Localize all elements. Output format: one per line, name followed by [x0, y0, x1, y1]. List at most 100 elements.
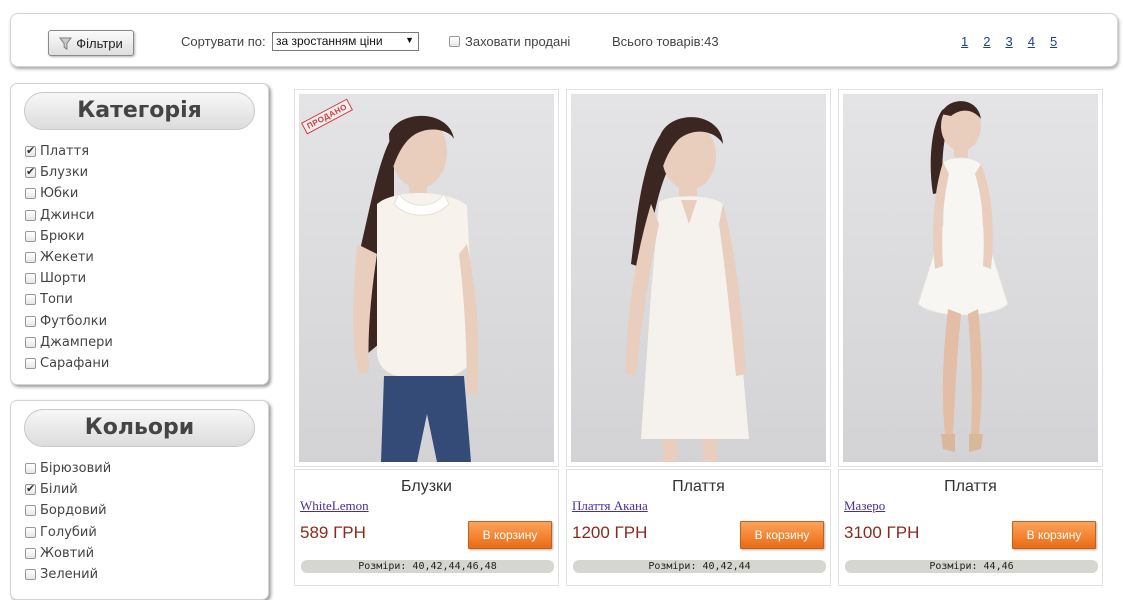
filter-checkbox[interactable]: [25, 569, 36, 581]
filter-option[interactable]: Зелений: [25, 564, 111, 585]
filter-option[interactable]: Білий: [25, 479, 111, 500]
filter-checkbox[interactable]: [25, 315, 36, 327]
page-link-1[interactable]: 1: [961, 34, 968, 49]
product-price: 589 ГРН: [300, 523, 366, 542]
filter-option[interactable]: Бордовий: [25, 500, 111, 521]
page-link-5[interactable]: 5: [1050, 34, 1057, 49]
filter-option-label: Брюки: [40, 228, 85, 244]
hide-sold-checkbox[interactable]: [449, 36, 460, 47]
filter-checkbox[interactable]: [25, 505, 36, 517]
product-photo-frame[interactable]: [838, 89, 1103, 467]
filter-option[interactable]: Блузки: [25, 162, 113, 183]
filter-option-label: Блузки: [40, 165, 89, 181]
filter-checkbox[interactable]: [25, 252, 36, 264]
filter-option[interactable]: Брюки: [25, 226, 113, 247]
filter-option-label: Футболки: [40, 313, 108, 329]
sort-select-value: за зростанням ціни: [276, 34, 383, 48]
page-link-3[interactable]: 3: [1005, 34, 1012, 49]
model-blouse-image: [353, 115, 479, 462]
product-info: Плаття Мазеро 3100 ГРН В корзину Розміри…: [838, 469, 1103, 586]
filter-checkbox[interactable]: [25, 188, 36, 200]
sort-label: Сортувати по:: [181, 34, 266, 49]
product-sizes: Розміри: 40,42,44: [573, 560, 826, 573]
filter-option-label: Джампери: [40, 334, 113, 350]
filter-option-label: Голубий: [40, 524, 97, 540]
page-link-2[interactable]: 2: [983, 34, 990, 49]
sort-select[interactable]: за зростанням ціни ▼: [272, 32, 419, 51]
filter-option[interactable]: Жекети: [25, 247, 113, 268]
hide-sold-label: Заховати продані: [465, 34, 571, 49]
filter-option-label: Жовтий: [40, 545, 95, 561]
filter-option[interactable]: Бірюзовий: [25, 458, 111, 479]
filter-option-label: Зелений: [40, 567, 99, 583]
filters-button[interactable]: Фільтри: [48, 30, 134, 56]
product-price: 3100 ГРН: [844, 523, 920, 542]
filter-option-label: Юбки: [40, 186, 79, 202]
add-to-cart-button[interactable]: В корзину: [740, 521, 824, 549]
product-photo[interactable]: ПРОДАНО: [299, 94, 554, 462]
product-name-link[interactable]: Плаття Акана: [572, 498, 648, 514]
add-to-cart-button[interactable]: В корзину: [1012, 521, 1096, 549]
filters-button-label: Фільтри: [76, 35, 123, 51]
filter-option[interactable]: Сарафани: [25, 353, 113, 374]
filter-option[interactable]: Жовтий: [25, 543, 111, 564]
filter-checkbox[interactable]: [25, 294, 36, 306]
color-list: Бірюзовий Білий Бордовий Голубий Жовтий Зелен…: [25, 458, 111, 585]
add-to-cart-button[interactable]: В корзину: [468, 521, 552, 549]
product-category: Плаття: [672, 478, 725, 495]
filter-checkbox[interactable]: [25, 336, 36, 348]
filter-option-label: Джинси: [40, 207, 95, 223]
product-info: Плаття Плаття Акана 1200 ГРН В корзину Р…: [566, 469, 831, 586]
total-products: Всього товарів:43: [612, 34, 719, 49]
filter-option-label: Бірюзовий: [40, 461, 112, 477]
funnel-icon: [59, 36, 73, 50]
filter-option[interactable]: Шорти: [25, 268, 113, 289]
product-info: Блузки WhiteLemon 589 ГРН В корзину Розм…: [294, 469, 559, 586]
hide-sold-toggle[interactable]: Заховати продані: [449, 34, 570, 49]
filter-option-label: Жекети: [40, 250, 94, 266]
filter-checkbox[interactable]: [25, 482, 36, 496]
filter-option-label: Топи: [40, 292, 73, 308]
product-category: Плаття: [944, 478, 997, 495]
product-photo-frame[interactable]: ПРОДАНО: [294, 89, 559, 467]
color-panel-title: Кольори: [24, 409, 255, 447]
filter-option-label: Білий: [40, 482, 78, 498]
filter-checkbox[interactable]: [25, 463, 36, 475]
product-name-link[interactable]: Мазеро: [844, 498, 885, 514]
filter-checkbox[interactable]: [25, 209, 36, 221]
filter-checkbox[interactable]: [25, 357, 36, 369]
filter-option[interactable]: Юбки: [25, 183, 113, 204]
product-sizes: Розміри: 40,42,44,46,48: [301, 560, 554, 573]
filter-checkbox[interactable]: [25, 230, 36, 242]
filter-option-label: Бордовий: [40, 503, 107, 519]
page-link-4[interactable]: 4: [1028, 34, 1035, 49]
product-photo[interactable]: [843, 94, 1098, 462]
model-dress-image: [626, 117, 749, 462]
filter-checkbox[interactable]: [25, 526, 36, 538]
product-price: 1200 ГРН: [572, 523, 648, 542]
filter-checkbox[interactable]: [25, 547, 36, 559]
filter-checkbox[interactable]: [25, 144, 36, 158]
filter-option-label: Плаття: [40, 144, 90, 160]
category-filter-panel: Категорія Плаття Блузки Юбки Джинси Брюки Жек…: [10, 83, 269, 385]
product-sizes: Розміри: 44,46: [845, 560, 1098, 573]
category-list: Плаття Блузки Юбки Джинси Брюки Жекети Шорти То…: [25, 141, 113, 374]
product-category: Блузки: [401, 478, 452, 495]
filter-option[interactable]: Плаття: [25, 141, 113, 162]
product-name-link[interactable]: WhiteLemon: [300, 498, 369, 514]
dropdown-arrow-icon: ▼: [405, 35, 414, 45]
filter-option[interactable]: Джампери: [25, 332, 113, 353]
color-filter-panel: Кольори Бірюзовий Білий Бордовий Голубий Жов…: [10, 400, 269, 600]
filter-option[interactable]: Джинси: [25, 205, 113, 226]
filter-option[interactable]: Голубий: [25, 522, 111, 543]
filter-option[interactable]: Топи: [25, 289, 113, 310]
pagination: 1 2 3 4 5: [961, 34, 1057, 49]
product-photo[interactable]: [571, 94, 826, 462]
product-photo-frame[interactable]: [566, 89, 831, 467]
filter-toolbar: Фільтри Сортувати по: за зростанням ціни…: [10, 13, 1118, 67]
filter-checkbox[interactable]: [25, 165, 36, 179]
model-lace-dress-image: [917, 101, 1009, 452]
filter-option[interactable]: Футболки: [25, 311, 113, 332]
category-panel-title: Категорія: [24, 92, 255, 130]
filter-checkbox[interactable]: [25, 273, 36, 285]
